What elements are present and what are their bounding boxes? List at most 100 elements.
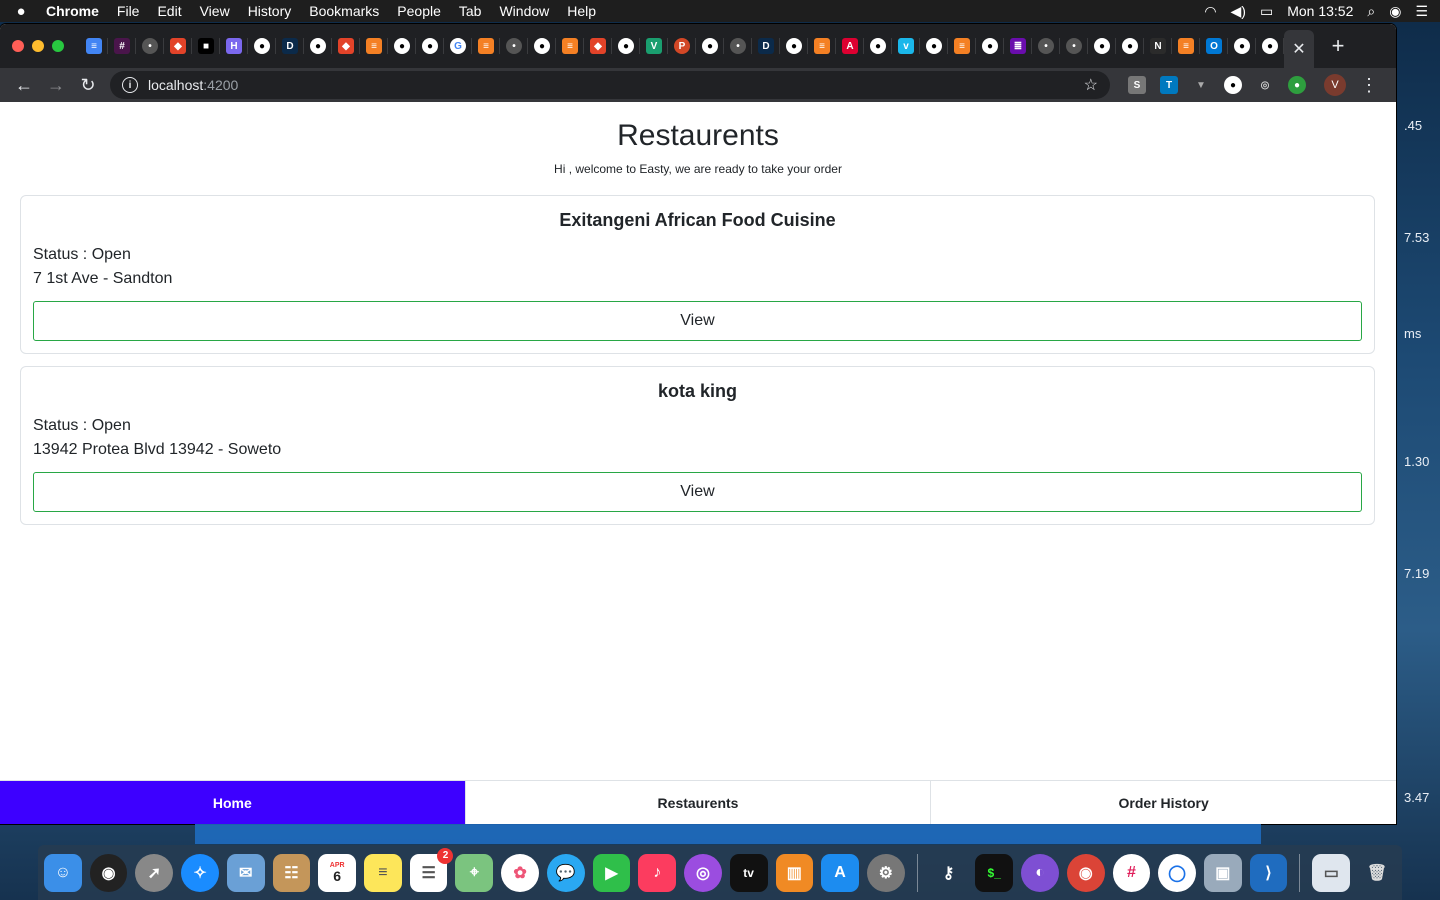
- mail-icon[interactable]: ✉: [226, 853, 265, 892]
- close-window-button[interactable]: [12, 40, 24, 52]
- tab-slack[interactable]: #: [108, 24, 136, 68]
- tab-stackoverflow[interactable]: ≡: [1172, 24, 1200, 68]
- messages-icon[interactable]: 💬: [546, 853, 585, 892]
- address-bar[interactable]: i localhost:4200 ☆: [110, 71, 1110, 99]
- safari-icon[interactable]: ✧: [181, 853, 219, 892]
- tab-globe[interactable]: ●: [976, 24, 1004, 68]
- maps-icon[interactable]: ⌖: [455, 853, 494, 892]
- tab-stackoverflow[interactable]: ≡: [556, 24, 584, 68]
- tab-stackoverflow[interactable]: ≡: [472, 24, 500, 68]
- tab-gitlab[interactable]: ◆: [332, 24, 360, 68]
- tab-github[interactable]: ●: [864, 24, 892, 68]
- podcasts-icon[interactable]: ◎: [684, 853, 722, 892]
- nav-home[interactable]: Home: [0, 781, 466, 824]
- downloads-folder-icon[interactable]: ▭: [1312, 853, 1351, 892]
- siri-icon[interactable]: ◉: [89, 853, 128, 892]
- battery-icon[interactable]: ▭: [1260, 3, 1273, 20]
- nav-order-history[interactable]: Order History: [931, 781, 1396, 824]
- tab-stackoverflow[interactable]: ≡: [948, 24, 976, 68]
- back-icon[interactable]: ←: [8, 75, 40, 96]
- tab-gitlab[interactable]: ◆: [584, 24, 612, 68]
- tab-list[interactable]: ≣: [1004, 24, 1032, 68]
- tab-notion[interactable]: N: [1144, 24, 1172, 68]
- tab-github[interactable]: ●: [416, 24, 444, 68]
- extension-trello-icon[interactable]: T: [1160, 76, 1178, 94]
- menu-tab[interactable]: Tab: [459, 3, 482, 19]
- keychain-icon[interactable]: ⚷: [930, 854, 968, 892]
- menu-bookmarks[interactable]: Bookmarks: [309, 3, 379, 19]
- chrome-icon[interactable]: ◉: [1066, 853, 1105, 892]
- menu-app-name[interactable]: Chrome: [46, 3, 99, 19]
- tor-browser-icon[interactable]: ◐: [1021, 853, 1059, 892]
- tab-github[interactable]: ●: [612, 24, 640, 68]
- volume-icon[interactable]: ◀): [1231, 3, 1246, 20]
- launchpad-icon[interactable]: ➚: [135, 853, 174, 892]
- active-tab-close-icon[interactable]: ✕: [1284, 30, 1314, 68]
- tab-black[interactable]: ■: [192, 24, 220, 68]
- photos-icon[interactable]: ✿: [501, 853, 539, 892]
- tab-angular[interactable]: A: [836, 24, 864, 68]
- view-restaurant-button[interactable]: View: [33, 301, 1362, 341]
- tab-google[interactable]: G: [444, 24, 472, 68]
- tab-globe[interactable]: ●: [1228, 24, 1256, 68]
- extension-circle-icon[interactable]: ●: [1224, 76, 1242, 94]
- menu-edit[interactable]: Edit: [157, 3, 181, 19]
- menu-people[interactable]: People: [397, 3, 441, 19]
- notes-icon[interactable]: ≡: [364, 853, 402, 892]
- finder-icon[interactable]: ☺: [44, 853, 82, 892]
- calendar-icon[interactable]: APR 6: [318, 853, 357, 892]
- bookmark-star-icon[interactable]: ☆: [1084, 75, 1098, 95]
- extension-target-icon[interactable]: ◎: [1256, 76, 1274, 94]
- minimize-window-button[interactable]: [32, 40, 44, 52]
- facetime-icon[interactable]: ▶: [592, 853, 631, 892]
- tab-globe[interactable]: ●: [780, 24, 808, 68]
- tab-vimeo[interactable]: v: [892, 24, 920, 68]
- system-preferences-icon[interactable]: ⚙: [866, 853, 905, 892]
- tab-globe[interactable]: •: [724, 24, 752, 68]
- new-tab-button[interactable]: +: [1320, 33, 1356, 59]
- tab-p[interactable]: P: [668, 24, 696, 68]
- vscode-icon[interactable]: ⟩: [1249, 853, 1288, 892]
- notification-center-icon[interactable]: ☰: [1415, 3, 1428, 20]
- tab-globe[interactable]: •: [500, 24, 528, 68]
- tab-github[interactable]: ●: [304, 24, 332, 68]
- extension-green-icon[interactable]: ●: [1288, 76, 1306, 94]
- slack-icon[interactable]: #: [1112, 853, 1151, 892]
- nav-restaurants[interactable]: Restaurents: [466, 781, 932, 824]
- tab-github[interactable]: ●: [1088, 24, 1116, 68]
- preview-icon[interactable]: ▣: [1203, 853, 1242, 892]
- menu-file[interactable]: File: [117, 3, 140, 19]
- zoom-window-button[interactable]: [52, 40, 64, 52]
- tab-docs[interactable]: ≡: [80, 24, 108, 68]
- tab-github[interactable]: ●: [528, 24, 556, 68]
- profile-avatar[interactable]: V: [1324, 74, 1346, 96]
- tab-github[interactable]: ●: [696, 24, 724, 68]
- tab-globe[interactable]: ●: [388, 24, 416, 68]
- view-restaurant-button[interactable]: View: [33, 472, 1362, 512]
- appstore-icon[interactable]: A: [821, 853, 859, 892]
- signal-icon[interactable]: ◯: [1158, 853, 1196, 892]
- tab-github[interactable]: ●: [920, 24, 948, 68]
- siri-icon[interactable]: ◉: [1389, 3, 1401, 20]
- site-info-icon[interactable]: i: [122, 77, 138, 93]
- menu-help[interactable]: Help: [567, 3, 596, 19]
- terminal-icon[interactable]: $_: [975, 853, 1014, 892]
- tab-h[interactable]: H: [220, 24, 248, 68]
- tab-github[interactable]: ●: [248, 24, 276, 68]
- menu-window[interactable]: Window: [499, 3, 549, 19]
- tab-globe[interactable]: •: [1032, 24, 1060, 68]
- reload-icon[interactable]: ↻: [72, 75, 104, 96]
- tab-globe[interactable]: ●: [1256, 24, 1284, 68]
- tab-stackoverflow[interactable]: ≡: [808, 24, 836, 68]
- tab-outlook[interactable]: O: [1200, 24, 1228, 68]
- tab-github[interactable]: ●: [1116, 24, 1144, 68]
- chrome-menu-icon[interactable]: ⋮: [1360, 75, 1378, 96]
- tab-globe[interactable]: •: [1060, 24, 1088, 68]
- books-icon[interactable]: ▥: [775, 853, 814, 892]
- forward-icon[interactable]: →: [40, 75, 72, 96]
- tab-gitlab[interactable]: ◆: [164, 24, 192, 68]
- appletv-icon[interactable]: tv: [729, 853, 768, 892]
- menubar-clock[interactable]: Mon 13:52: [1287, 3, 1353, 19]
- apple-menu-icon[interactable]: ●: [12, 3, 30, 20]
- menu-view[interactable]: View: [200, 3, 230, 19]
